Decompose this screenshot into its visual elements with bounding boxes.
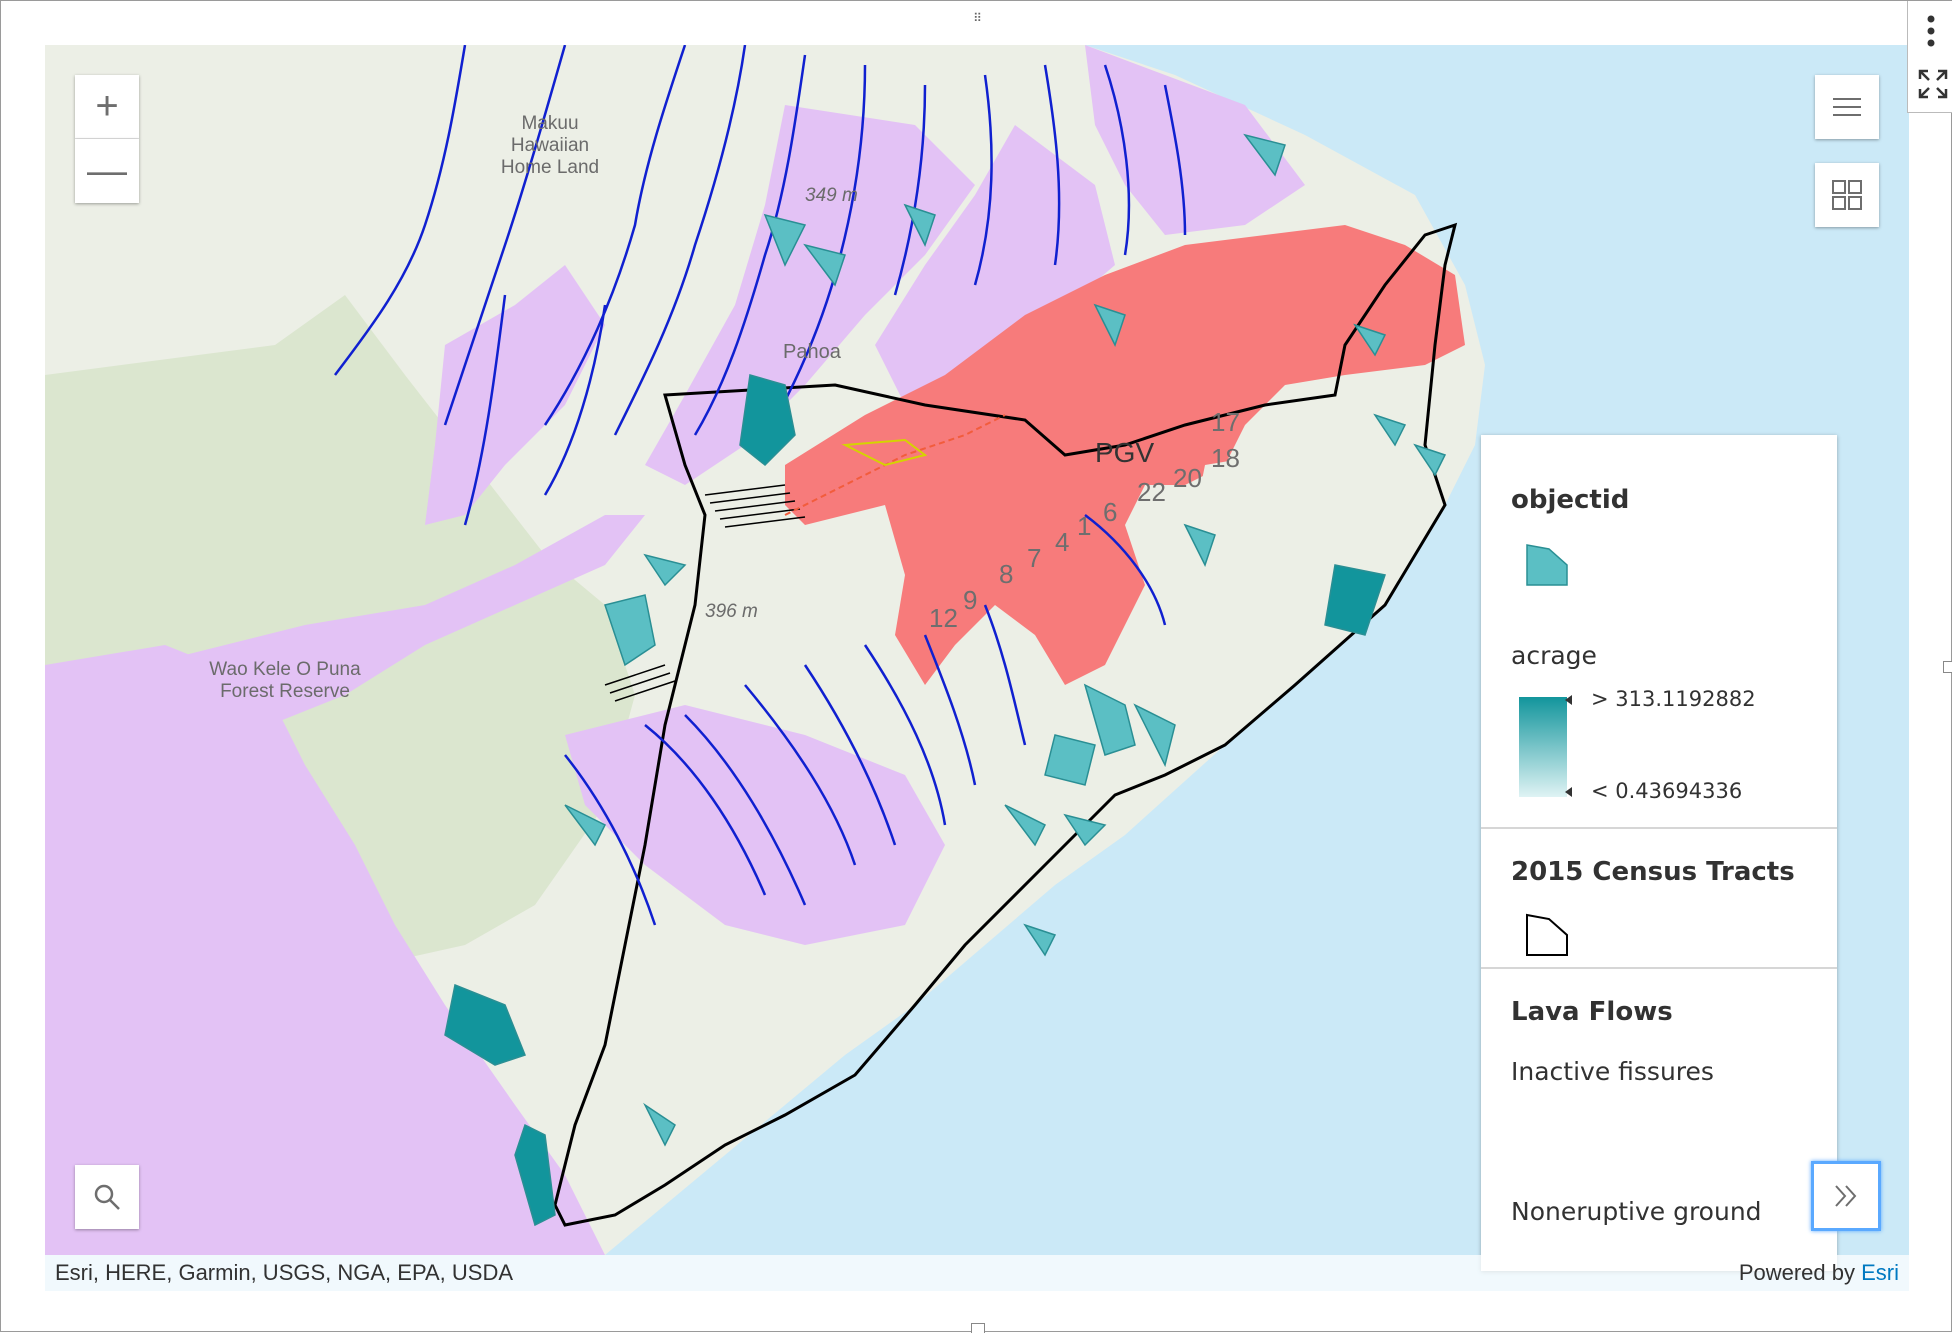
ramp-pointer-icon — [1565, 787, 1572, 797]
label-elevation-top: 349 m — [805, 185, 858, 206]
ramp-pointer-icon — [1565, 695, 1572, 705]
fissure-number: 6 — [1103, 497, 1118, 527]
legend-item-label: Inactive fissures — [1511, 1057, 1714, 1086]
label-makuu: Makuu Hawaiian Home Land — [500, 113, 600, 178]
label-elevation-mid: 396 m — [705, 601, 758, 622]
fissure-number: 7 — [1027, 543, 1042, 573]
expand-arrows-icon[interactable] — [1918, 69, 1948, 99]
legend-section-objectid: objectid acrage > 313.1192882 < 0.436943… — [1481, 435, 1837, 829]
attribution-bar: Esri, HERE, Garmin, USGS, NGA, EPA, USDA… — [45, 1255, 1909, 1291]
acrage-color-ramp — [1519, 697, 1567, 797]
legend-list-icon — [1833, 98, 1861, 116]
search-icon — [94, 1184, 120, 1210]
map-view[interactable]: Makuu Hawaiian Home Land 349 m Pahoa 396… — [45, 45, 1909, 1291]
acrage-max-label: > 313.1192882 — [1591, 687, 1756, 711]
fissure-number: 9 — [963, 585, 978, 615]
fissure-number: 4 — [1055, 527, 1070, 557]
fissure-number: 22 — [1137, 477, 1166, 507]
legend-section-census: 2015 Census Tracts — [1481, 829, 1837, 969]
double-chevron-right-icon — [1835, 1185, 1857, 1207]
label-pahoa: Pahoa — [783, 341, 841, 363]
acrage-min-label: < 0.43694336 — [1591, 779, 1743, 803]
legend-layer-title: Lava Flows — [1511, 997, 1673, 1027]
collapse-panel-button[interactable] — [1811, 1161, 1881, 1231]
legend-item-label: Noneruptive ground — [1511, 1197, 1762, 1226]
fissure-number: 8 — [999, 559, 1014, 589]
legend-section-lava: Lava Flows Inactive fissures Noneruptive… — [1481, 969, 1837, 1271]
powered-by-label[interactable]: Powered by Esri — [1739, 1260, 1899, 1286]
attribution-sources[interactable]: Esri, HERE, Garmin, USGS, NGA, EPA, USDA — [55, 1260, 513, 1286]
legend-layer-title: objectid — [1511, 485, 1630, 515]
legend-field-label: acrage — [1511, 641, 1597, 670]
vertical-dots-icon[interactable] — [1922, 15, 1940, 47]
zoom-out-button[interactable]: — — [75, 139, 139, 203]
drag-handle-icon[interactable]: ⠿ — [963, 11, 991, 25]
side-menu — [1907, 1, 1952, 113]
basemap-gallery-icon — [1832, 180, 1862, 210]
resize-handle-right[interactable] — [1943, 661, 1952, 673]
powered-brand: Esri — [1861, 1260, 1899, 1285]
basemap-gallery-button[interactable] — [1815, 163, 1879, 227]
legend-panel[interactable]: objectid acrage > 313.1192882 < 0.436943… — [1481, 435, 1837, 1271]
search-button[interactable] — [75, 1165, 139, 1229]
app-frame: ⠿ Makuu Hawaiian Home Land 349 m Pahoa 3… — [0, 0, 1952, 1333]
label-pgv: PGV — [1095, 437, 1155, 468]
fissure-number: 17 — [1211, 407, 1240, 437]
fissure-number: 1 — [1077, 511, 1092, 541]
census-tract-symbol-icon — [1526, 913, 1568, 956]
fissure-number: 18 — [1211, 443, 1240, 473]
fissure-number: 20 — [1173, 463, 1202, 493]
fissure-number: 12 — [929, 603, 958, 633]
legend-button[interactable] — [1815, 75, 1879, 139]
parcel-symbol-icon — [1526, 544, 1568, 586]
label-wao-kele: Wao Kele O Puna Forest Reserve — [209, 659, 361, 702]
zoom-in-button[interactable]: + — [75, 75, 139, 139]
powered-prefix: Powered by — [1738, 1260, 1862, 1285]
legend-layer-title: 2015 Census Tracts — [1511, 857, 1795, 887]
